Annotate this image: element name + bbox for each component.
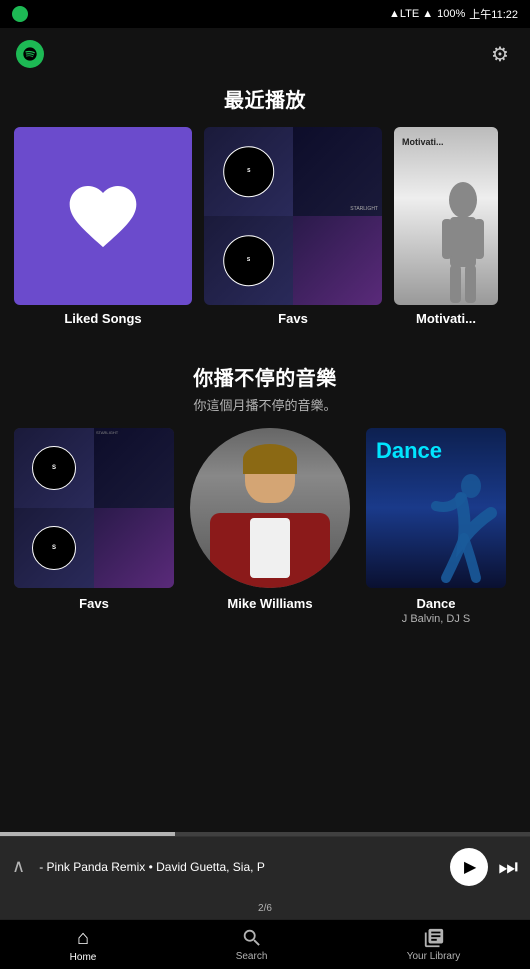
spotify-logo-small (12, 6, 28, 22)
recommend-title: 你播不停的音樂 (0, 362, 530, 391)
home-label: Home (70, 952, 97, 963)
library-label: Your Library (407, 951, 461, 962)
favs-label: Favs (278, 311, 308, 326)
search-icon (241, 927, 263, 949)
recommend-dance-label: Dance (416, 596, 455, 611)
time-display: 上午11:22 (469, 6, 518, 22)
recommend-dance-sublabel: J Balvin, DJ S (402, 613, 470, 625)
bottom-nav: ⌂ Home Search Your Library (0, 919, 530, 969)
play-icon: ▶ (464, 857, 476, 877)
recent-items-row: Liked Songs S STARLIGHT (0, 127, 530, 326)
play-button[interactable]: ▶ (450, 848, 488, 886)
recommend-favs[interactable]: S STARLIGHT S Favs (14, 428, 174, 625)
motivation-label: Motivati... (416, 311, 476, 326)
nav-search[interactable]: Search (220, 923, 284, 966)
now-playing-bar[interactable]: ∧ - Pink Panda Remix • David Guetta, Sia… (0, 836, 530, 896)
search-label: Search (236, 951, 268, 962)
recommend-section: 你播不停的音樂 你這個月播不停的音樂。 S STARLIGHT S (0, 362, 530, 625)
home-icon: ⌂ (77, 927, 89, 950)
recommend-mike[interactable]: Mike Williams (190, 428, 350, 625)
recent-item-motivation[interactable]: Motivati... Motivati... (394, 127, 498, 326)
progress-bar[interactable] (0, 832, 530, 836)
page-indicator: 2/6 (258, 903, 272, 914)
collapse-button[interactable]: ∧ (12, 856, 25, 877)
page-indicator-bar: 2/6 (0, 896, 530, 919)
recommend-dance[interactable]: Dance Dance J Balvin, DJ S (366, 428, 506, 625)
heart-icon (63, 176, 143, 256)
nav-home[interactable]: ⌂ Home (54, 923, 113, 967)
recommend-subtitle: 你這個月播不停的音樂。 (0, 395, 530, 414)
recommend-mike-label: Mike Williams (227, 596, 312, 611)
now-playing-text: - Pink Panda Remix • David Guetta, Sia, … (39, 860, 440, 874)
header: ⚙ (0, 28, 530, 72)
motivation-figure (428, 175, 498, 305)
liked-songs-label: Liked Songs (64, 311, 141, 326)
recent-item-liked-songs[interactable]: Liked Songs (14, 127, 192, 326)
recent-section: 最近播放 Liked Songs S (0, 84, 530, 326)
main-scroll: ⚙ 最近播放 Liked Songs S (0, 28, 530, 832)
recent-title: 最近播放 (0, 84, 530, 113)
status-bar: ▲LTE ▲ 100% 上午11:22 (0, 0, 530, 28)
skip-button[interactable]: ⏭ (498, 854, 518, 880)
dancer-silhouette (416, 468, 506, 588)
network-indicator: ▲LTE ▲ (389, 8, 433, 20)
library-icon (423, 927, 445, 949)
recommend-scroll: S STARLIGHT S Favs (0, 428, 530, 625)
spotify-logo[interactable] (16, 40, 44, 68)
recommend-favs-label: Favs (79, 596, 109, 611)
settings-button[interactable]: ⚙ (486, 40, 514, 68)
progress-fill (0, 832, 175, 836)
battery-indicator: 100% (437, 8, 465, 20)
recommend-row: S STARLIGHT S Favs (14, 428, 516, 625)
nav-library[interactable]: Your Library (391, 923, 477, 966)
recent-item-favs[interactable]: S STARLIGHT S (204, 127, 382, 326)
